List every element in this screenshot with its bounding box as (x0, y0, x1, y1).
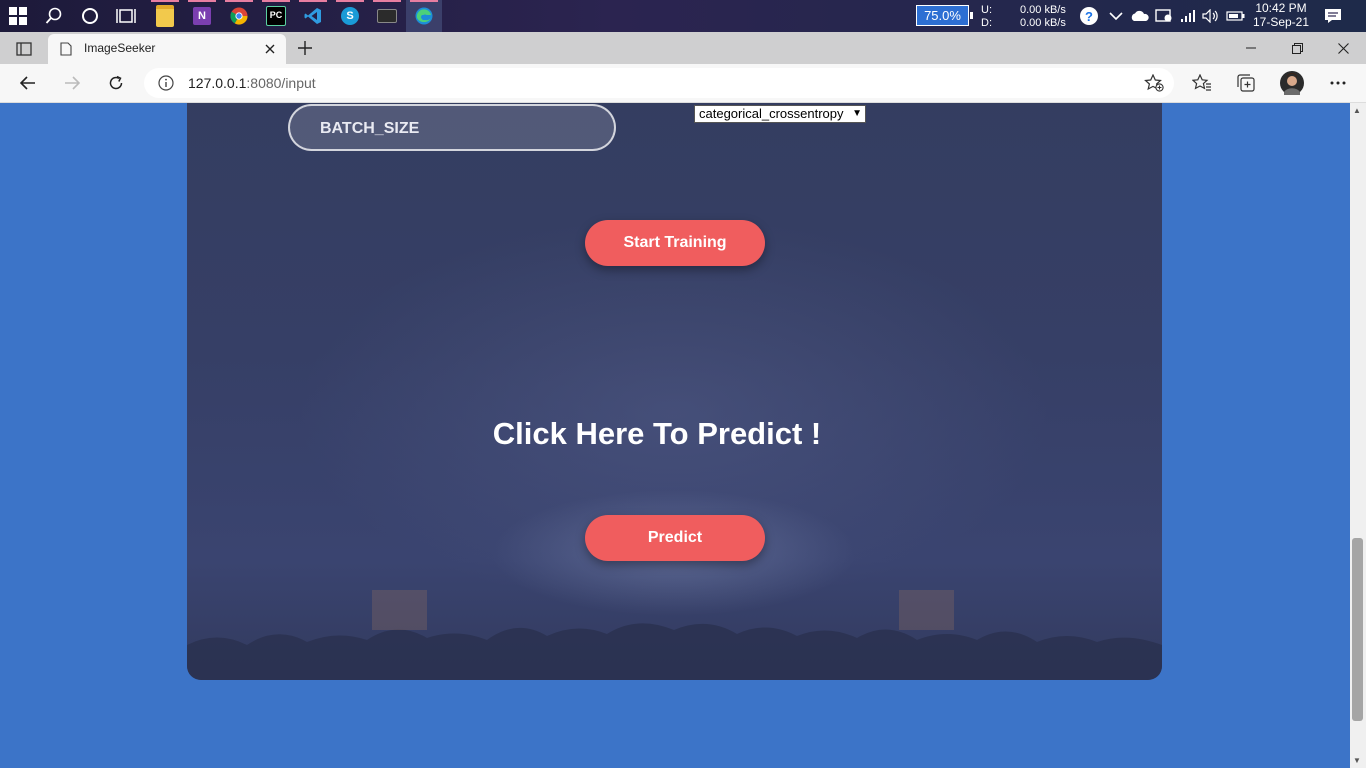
new-tab-icon[interactable] (294, 38, 316, 58)
crowd-silhouette (187, 590, 1162, 680)
restore-icon[interactable] (1274, 32, 1320, 64)
search-icon[interactable] (36, 0, 72, 32)
predict-button[interactable]: Predict (585, 515, 765, 561)
scroll-down-icon[interactable]: ▼ (1353, 756, 1361, 765)
close-tab-icon[interactable] (262, 41, 278, 57)
net-download-label: D: (981, 17, 992, 29)
start-training-button[interactable]: Start Training (585, 220, 765, 266)
help-icon[interactable]: ? (1077, 0, 1101, 32)
favorites-icon[interactable] (1184, 64, 1220, 102)
skype-icon[interactable]: S (332, 0, 368, 32)
url-text: 127.0.0.1:8080/input (188, 75, 316, 91)
loss-function-select[interactable]: categorical_crossentropy ▼ (694, 105, 866, 123)
battery-tray-icon[interactable] (1224, 0, 1248, 32)
predict-heading: Click Here To Predict ! (492, 416, 822, 451)
refresh-icon[interactable] (98, 64, 134, 102)
net-download-speed: 0.00 kB/s (1020, 17, 1066, 29)
svg-text:?: ? (1085, 9, 1093, 24)
taskbar-clock[interactable]: 10:42 PM 17-Sep-21 (1252, 1, 1310, 29)
browser-tab-strip: ImageSeeker (0, 32, 1366, 64)
chevron-down-icon: ▼ (852, 108, 862, 119)
onedrive-icon[interactable] (1128, 0, 1152, 32)
edge-icon[interactable] (406, 0, 442, 32)
chrome-icon[interactable] (221, 0, 257, 32)
start-training-label: Start Training (623, 234, 727, 251)
minimize-icon[interactable] (1228, 32, 1274, 64)
onenote-icon[interactable]: N (184, 0, 220, 32)
file-explorer-icon[interactable] (147, 0, 183, 32)
net-upload-speed: 0.00 kB/s (1020, 4, 1066, 16)
vscode-icon[interactable] (295, 0, 331, 32)
url-path: :8080/input (246, 75, 316, 91)
loss-function-value: categorical_crossentropy (699, 106, 844, 121)
cortana-icon[interactable] (72, 0, 108, 32)
back-arrow-icon[interactable] (10, 64, 46, 102)
browser-toolbar: 127.0.0.1:8080/input (0, 64, 1366, 103)
security-icon[interactable] (1153, 0, 1175, 32)
collections-icon[interactable] (1228, 64, 1264, 102)
task-view-icon[interactable] (108, 0, 144, 32)
tab-title: ImageSeeker (84, 41, 156, 55)
profile-avatar[interactable] (1274, 64, 1310, 102)
browser-tab[interactable]: ImageSeeker (48, 34, 286, 64)
windows-start-icon[interactable] (0, 0, 36, 32)
url-host: 127.0.0.1 (188, 75, 247, 91)
forward-arrow-icon[interactable] (54, 64, 90, 102)
wifi-icon[interactable] (1178, 0, 1200, 32)
notifications-icon[interactable] (1320, 0, 1346, 32)
page-viewport: BATCH_SIZE categorical_crossentropy ▼ St… (0, 103, 1350, 768)
training-form-card: BATCH_SIZE categorical_crossentropy ▼ St… (187, 103, 1162, 680)
volume-icon[interactable] (1200, 0, 1222, 32)
scroll-up-icon[interactable]: ▲ (1353, 106, 1361, 115)
page-scrollbar[interactable]: ▲ ▼ (1350, 103, 1366, 768)
terminal-icon[interactable] (369, 0, 405, 32)
page-icon (60, 42, 72, 61)
batch-size-placeholder: BATCH_SIZE (320, 120, 420, 137)
address-bar[interactable]: 127.0.0.1:8080/input (144, 68, 1174, 98)
close-window-icon[interactable] (1320, 32, 1366, 64)
scrollbar-thumb[interactable] (1352, 538, 1363, 721)
tab-actions-icon[interactable] (10, 39, 38, 59)
site-info-icon[interactable] (158, 75, 174, 96)
clock-time: 10:42 PM (1255, 1, 1307, 15)
predict-label: Predict (647, 529, 703, 546)
more-options-icon[interactable] (1320, 64, 1356, 102)
windows-taskbar: N PC S 75.0% U: D: 0.00 kB/s 0.00 kB/s ? (0, 0, 1366, 32)
add-favorite-icon[interactable] (1144, 73, 1164, 97)
clock-date: 17-Sep-21 (1252, 15, 1310, 29)
net-upload-label: U: (981, 4, 992, 16)
battery-percent: 75.0% (924, 8, 961, 23)
battery-indicator[interactable]: 75.0% (916, 5, 973, 26)
chevron-up-icon[interactable] (1105, 0, 1127, 32)
pycharm-icon[interactable]: PC (258, 0, 294, 32)
batch-size-input[interactable]: BATCH_SIZE (288, 104, 616, 151)
